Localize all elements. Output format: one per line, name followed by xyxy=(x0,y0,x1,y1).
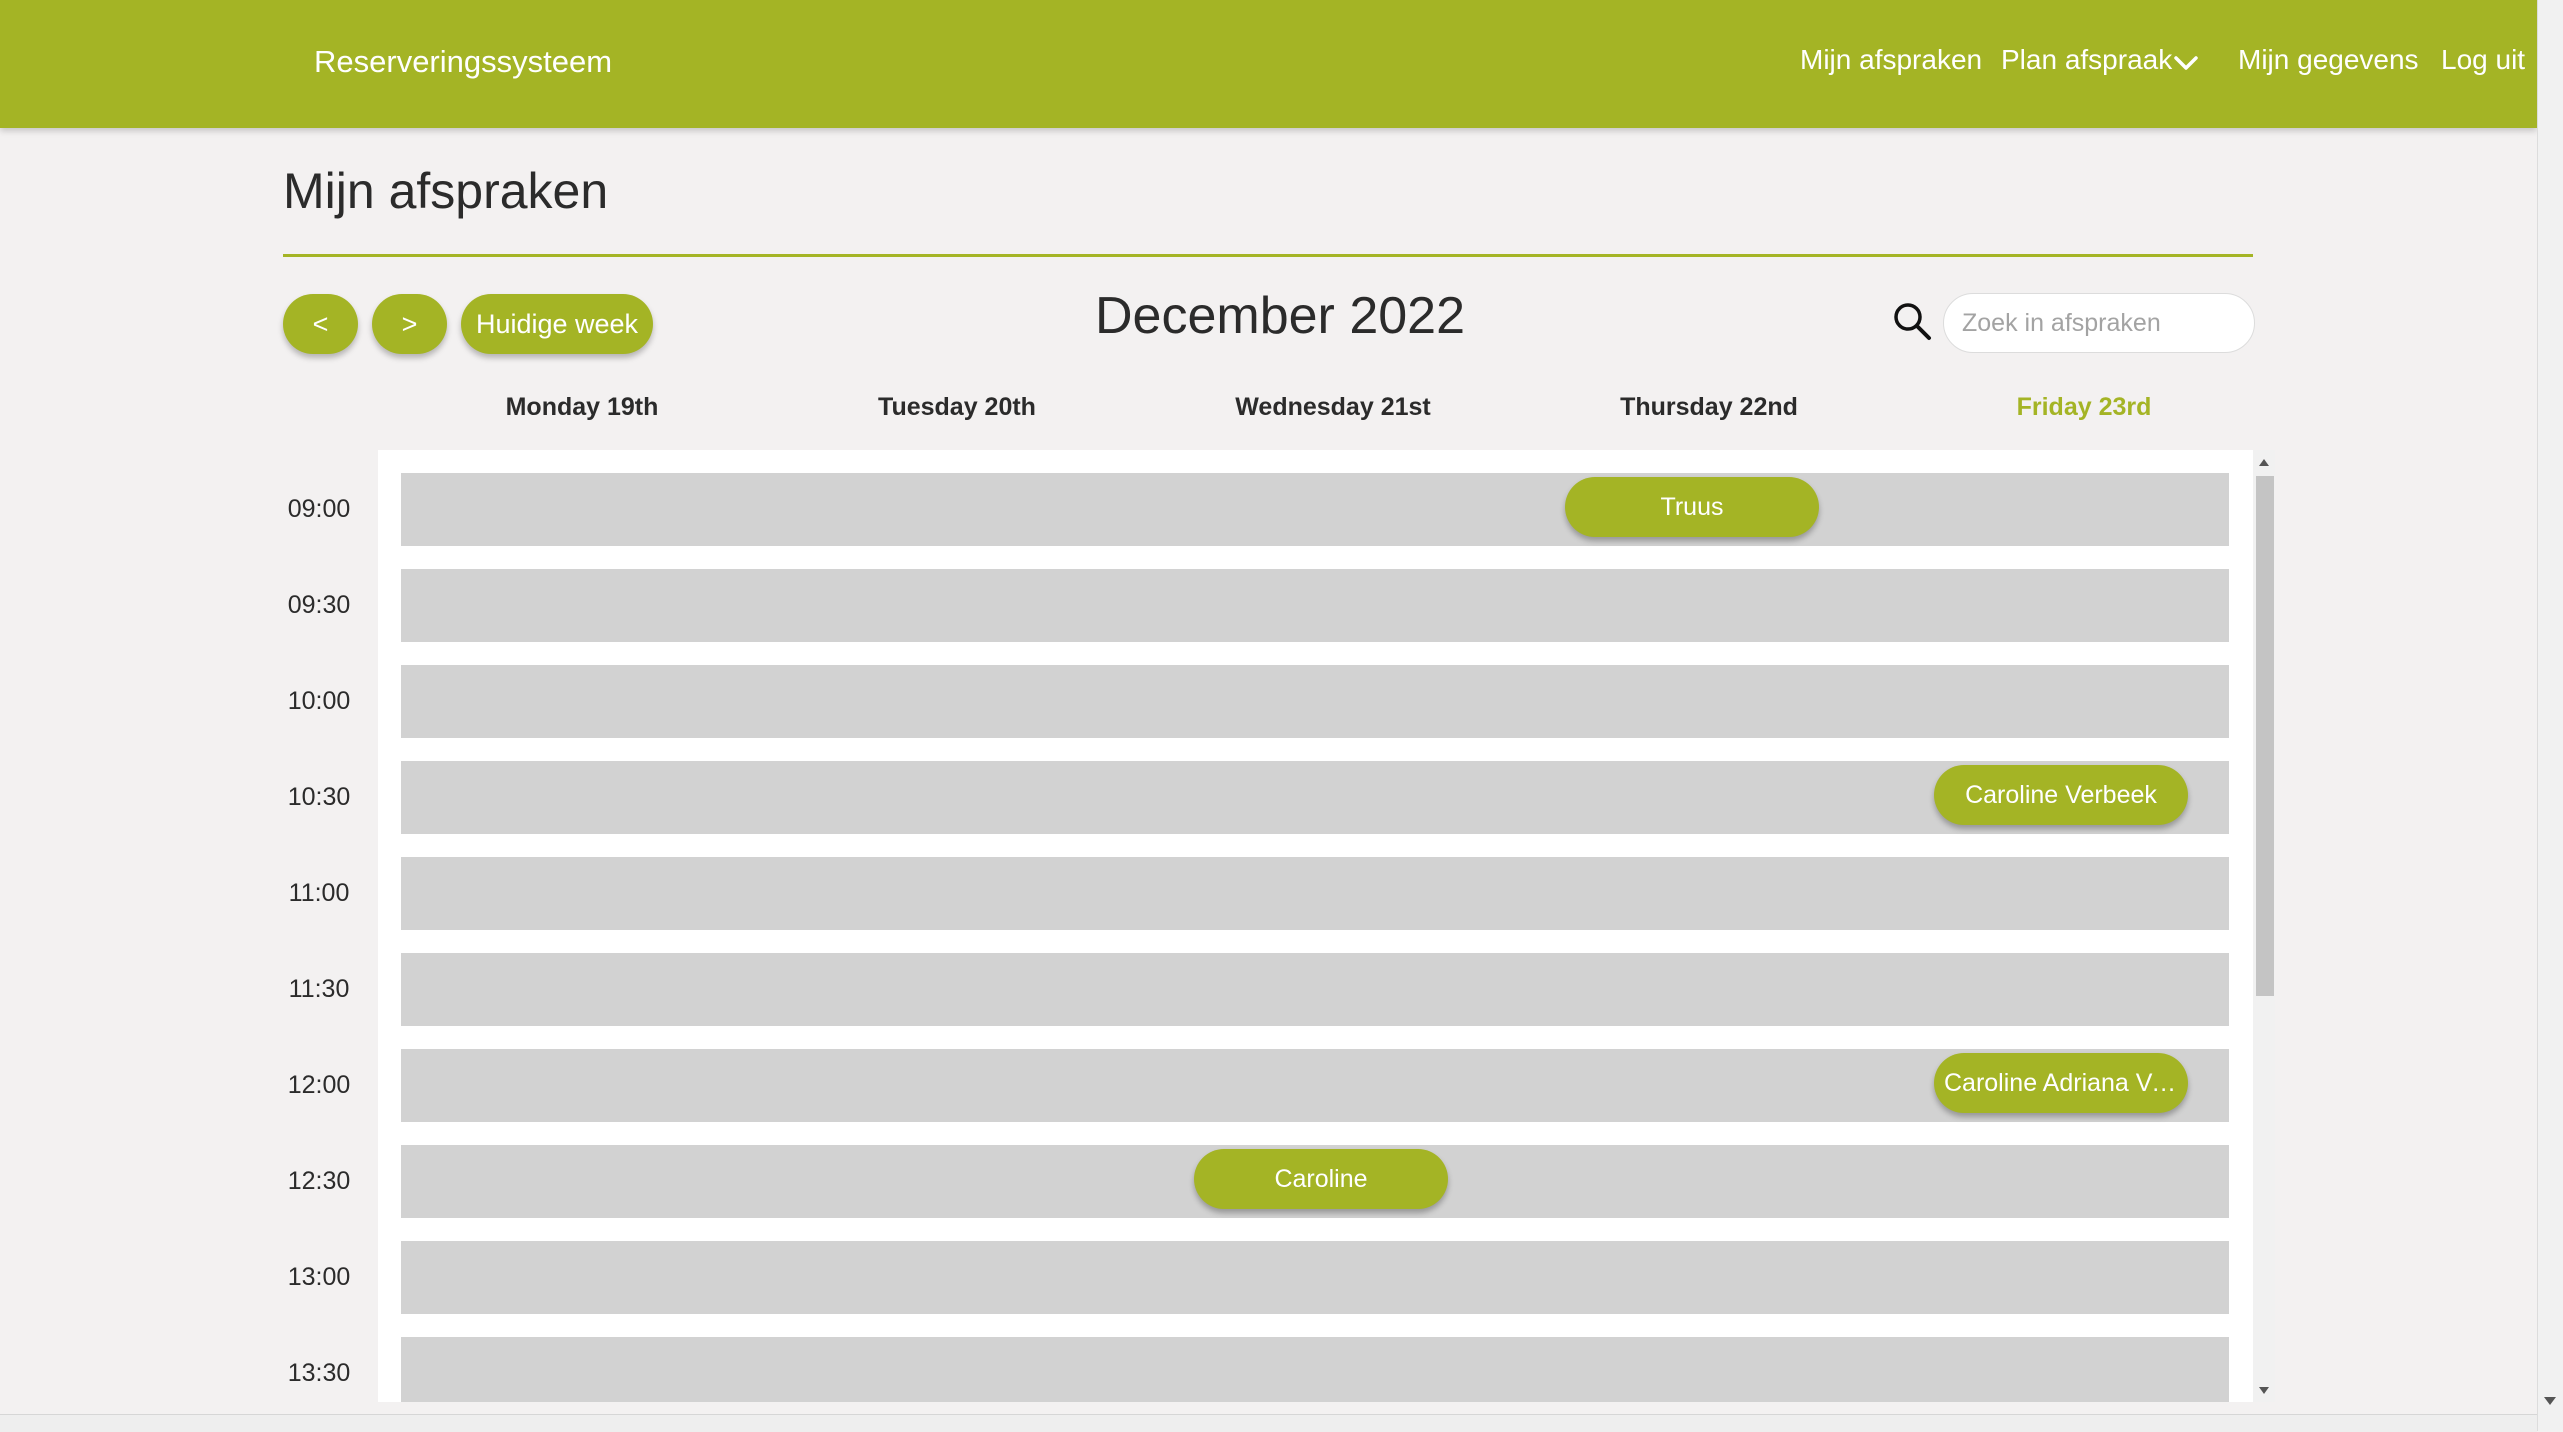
page-title: Mijn afspraken xyxy=(283,163,609,219)
month-title: December 2022 xyxy=(1095,287,1465,345)
day-header: Monday 19th xyxy=(505,393,659,421)
time-slot-row[interactable] xyxy=(401,473,2229,546)
next-week-button[interactable]: > xyxy=(372,294,447,354)
time-slot-row[interactable] xyxy=(401,1241,2229,1314)
appointment-pill[interactable]: Truus xyxy=(1565,477,1819,537)
day-header: Tuesday 20th xyxy=(878,393,1036,421)
day-header: Friday 23rd xyxy=(2016,393,2152,421)
time-label: 09:00 xyxy=(287,495,351,523)
day-header: Wednesday 21st xyxy=(1235,393,1431,421)
time-slot-row[interactable] xyxy=(401,665,2229,738)
time-label: 11:30 xyxy=(288,975,350,1003)
appointment-name: Caroline xyxy=(1274,1164,1368,1193)
day-header: Thursday 22nd xyxy=(1620,393,1798,421)
nav-link-my-details[interactable]: Mijn gegevens xyxy=(2238,44,2419,76)
calendar-grid xyxy=(378,450,2253,1402)
time-label: 09:30 xyxy=(287,591,351,619)
time-slot-row[interactable] xyxy=(401,1337,2229,1402)
search-icon[interactable] xyxy=(1890,299,1934,343)
time-label: 10:30 xyxy=(287,783,351,811)
appointment-pill[interactable]: Caroline Adriana Ve… xyxy=(1934,1053,2188,1113)
search-input[interactable] xyxy=(1943,293,2255,353)
time-slot-row[interactable] xyxy=(401,953,2229,1026)
time-label: 13:00 xyxy=(287,1263,351,1291)
calendar-scrollbar-thumb[interactable] xyxy=(2256,476,2274,996)
nav-link-my-appointments[interactable]: Mijn afspraken xyxy=(1800,44,1982,76)
time-label: 12:00 xyxy=(287,1071,351,1099)
brand-title[interactable]: Reserveringssysteem xyxy=(314,44,612,80)
chevron-down-icon[interactable] xyxy=(2172,52,2200,74)
prev-week-button[interactable]: < xyxy=(283,294,358,354)
time-label: 10:00 xyxy=(287,687,351,715)
appointment-pill[interactable]: Caroline Verbeek xyxy=(1934,765,2188,825)
appointment-pill[interactable]: Caroline xyxy=(1194,1149,1448,1209)
time-label: 12:30 xyxy=(287,1167,351,1195)
title-divider xyxy=(283,254,2253,257)
time-label: 11:00 xyxy=(288,879,350,907)
top-navbar: Reserveringssysteem Mijn afspraken Plan … xyxy=(0,0,2537,128)
appointment-name: Caroline Verbeek xyxy=(1965,780,2157,809)
scroll-down-arrow-icon[interactable] xyxy=(2543,1396,2557,1406)
nav-link-plan-appointment[interactable]: Plan afspraak xyxy=(2001,44,2172,76)
bottom-edge xyxy=(0,1414,2537,1432)
time-slot-row[interactable] xyxy=(401,569,2229,642)
scroll-down-arrow-icon[interactable] xyxy=(2258,1386,2270,1395)
appointment-name: Caroline Adriana Ve… xyxy=(1944,1068,2178,1097)
page-scrollbar[interactable] xyxy=(2537,0,2563,1431)
scroll-up-arrow-icon[interactable] xyxy=(2258,458,2270,467)
nav-link-logout[interactable]: Log uit xyxy=(2441,44,2525,76)
current-week-button[interactable]: Huidige week xyxy=(461,294,653,354)
appointment-name: Truus xyxy=(1660,492,1724,521)
time-slot-row[interactable] xyxy=(401,857,2229,930)
time-label: 13:30 xyxy=(287,1359,351,1387)
